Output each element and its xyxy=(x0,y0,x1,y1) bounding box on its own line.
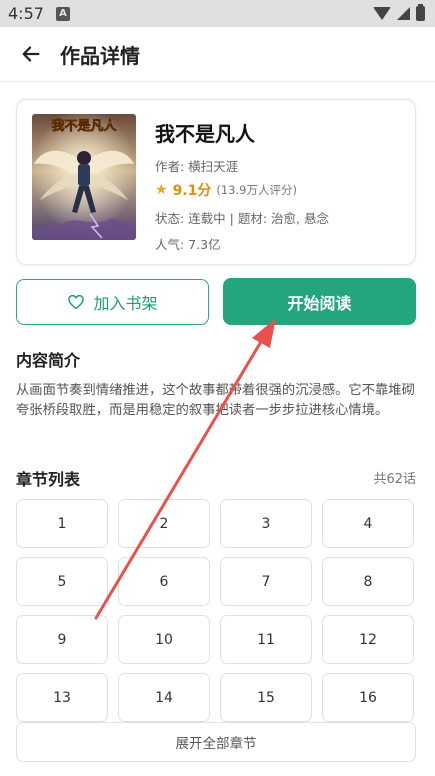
book-popularity: 人气: 7.3亿 xyxy=(155,237,221,252)
add-to-shelf-button[interactable]: 加入书架 xyxy=(16,279,209,325)
chapter-button[interactable]: 6 xyxy=(118,557,210,606)
book-title: 我不是凡人 xyxy=(155,122,255,146)
chapters-heading: 章节列表 xyxy=(16,470,81,489)
chapter-button[interactable]: 10 xyxy=(118,615,210,664)
arrow-left-icon xyxy=(22,46,40,62)
heart-icon xyxy=(68,294,85,310)
rating-count: (13.9万人评分) xyxy=(216,183,297,197)
expand-chapters-label: 展开全部章节 xyxy=(175,736,257,752)
intro-heading: 内容简介 xyxy=(16,351,81,370)
app-bar: 作品详情 xyxy=(0,27,435,82)
intro-text: 从画面节奏到情绪推进，这个故事都带着很强的沉浸感。它不靠堆砌夸张桥段取胜，而是用… xyxy=(16,383,415,419)
chapter-button[interactable]: 1 xyxy=(16,499,108,548)
add-to-shelf-label: 加入书架 xyxy=(93,294,158,313)
wifi-icon xyxy=(373,7,391,20)
expand-chapters-button[interactable]: 展开全部章节 xyxy=(16,722,416,762)
back-button[interactable] xyxy=(16,39,46,69)
chapter-button[interactable]: 5 xyxy=(16,557,108,606)
rating-row: ★ 9.1分 (13.9万人评分) xyxy=(155,180,297,200)
status-icons xyxy=(373,4,425,21)
book-cover-image[interactable]: 我不是凡人 xyxy=(32,114,136,240)
chapter-button[interactable]: 15 xyxy=(220,673,312,722)
battery-icon xyxy=(416,4,425,21)
signal-icon xyxy=(397,7,410,20)
rating-score: 9.1分 xyxy=(172,183,212,199)
chapter-button[interactable]: 2 xyxy=(118,499,210,548)
chapter-button[interactable]: 4 xyxy=(322,499,414,548)
chapter-button[interactable]: 3 xyxy=(220,499,312,548)
book-info-card: 我不是凡人 我不是凡人 作者: 横扫天涯 ★ 9.1分 (13.9万人评分) 状… xyxy=(16,99,416,265)
chapter-button[interactable]: 7 xyxy=(220,557,312,606)
star-icon: ★ xyxy=(155,182,168,198)
page-title: 作品详情 xyxy=(60,43,140,68)
notification-badge-icon: A xyxy=(55,6,70,21)
chapter-grid: 1 2 3 4 5 6 7 8 9 10 11 12 13 14 15 16 xyxy=(16,499,416,722)
book-status-genre: 状态: 连载中 | 题材: 治愈, 悬念 xyxy=(155,211,329,226)
chapter-button[interactable]: 12 xyxy=(322,615,414,664)
status-bar: 4:57 A xyxy=(0,0,435,27)
chapter-button[interactable]: 8 xyxy=(322,557,414,606)
status-time: 4:57 xyxy=(8,4,44,23)
chapter-button[interactable]: 11 xyxy=(220,615,312,664)
start-reading-button[interactable]: 开始阅读 xyxy=(223,278,416,325)
chapter-button[interactable]: 9 xyxy=(16,615,108,664)
book-author: 作者: 横扫天涯 xyxy=(155,159,239,174)
start-reading-label: 开始阅读 xyxy=(287,293,352,313)
chapter-button[interactable]: 16 xyxy=(322,673,414,722)
chapter-button[interactable]: 13 xyxy=(16,673,108,722)
chapter-count: 共62话 xyxy=(373,472,416,487)
cover-title-text: 我不是凡人 xyxy=(51,118,117,134)
chapter-button[interactable]: 14 xyxy=(118,673,210,722)
